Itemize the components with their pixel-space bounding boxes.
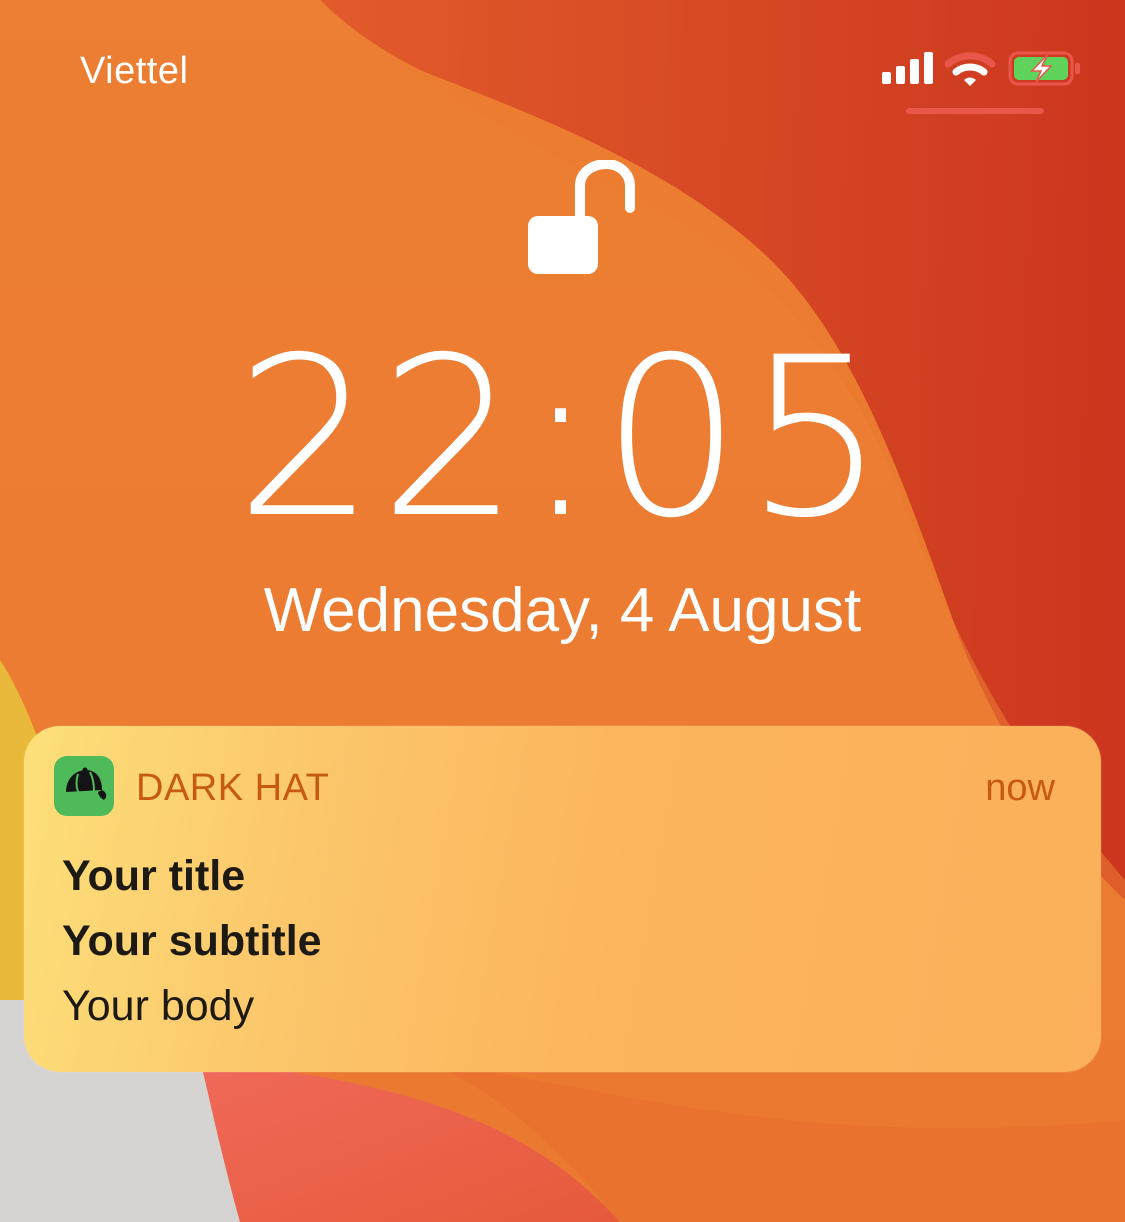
notification-body: Your body (62, 982, 255, 1030)
wifi-icon (944, 52, 996, 86)
lock-screen-date: Wednesday, 4 August (263, 576, 862, 645)
cellular-signal-icon (882, 52, 933, 84)
lock-screen: Viettel 22:05 Wednesday, 4 August DARK H… (0, 0, 1125, 1222)
lock-screen-time: 22:05 (235, 310, 890, 566)
app-name: DARK HAT (136, 767, 330, 809)
app-icon (54, 756, 114, 816)
notification-subtitle: Your subtitle (62, 917, 322, 965)
unlocked-padlock-icon (528, 160, 635, 274)
status-underline (906, 108, 1044, 114)
notification-title: Your title (62, 852, 246, 900)
baseball-cap-icon (66, 767, 107, 800)
battery-charging-icon (1008, 51, 1080, 86)
carrier-name: Viettel (80, 50, 189, 92)
notification-card[interactable]: DARK HAT now Your title Your subtitle Yo… (24, 726, 1101, 1072)
notification-time: now (985, 767, 1055, 809)
status-icons (882, 51, 1080, 114)
